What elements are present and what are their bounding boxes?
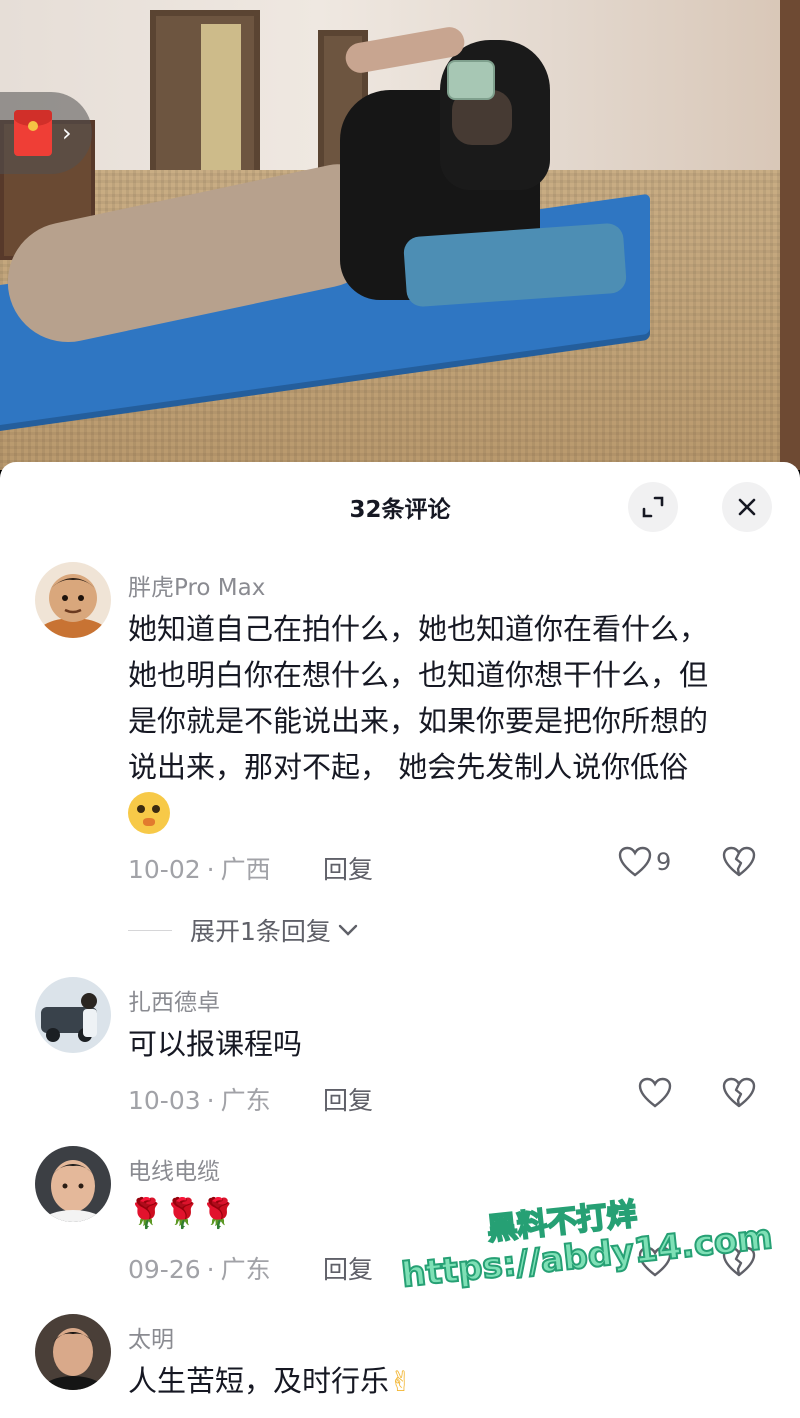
comment-username[interactable]: 太明 — [128, 1320, 174, 1354]
comment-text-value: 人生苦短，及时行乐 — [128, 1364, 390, 1398]
like-count: 9 — [656, 848, 672, 876]
comment-username[interactable]: 胖虎Pro Max — [128, 568, 265, 602]
comment-meta: 09-26 · 广东 — [128, 1255, 271, 1284]
comment-date: 10-03 — [128, 1086, 201, 1115]
dislike-button[interactable] — [722, 846, 756, 882]
comment-text-line: 她知道自己在拍什么，她也知道你在看什么， — [128, 612, 709, 646]
comment-item: 太明 人生苦短，及时行乐✌ — [0, 1314, 800, 1418]
comments-count-title: 32条评论 — [349, 497, 451, 523]
heart-icon — [618, 846, 652, 877]
comment-date: 10-02 — [128, 855, 201, 884]
reply-button[interactable]: 回复 — [323, 1250, 373, 1286]
like-button[interactable] — [638, 1077, 672, 1109]
red-packet-button[interactable]: › — [0, 92, 92, 174]
broken-heart-icon — [722, 1077, 756, 1108]
close-sheet-button[interactable] — [722, 482, 772, 532]
comment-location: 广西 — [220, 855, 271, 884]
avatar[interactable] — [35, 1314, 111, 1390]
comment-text: 她知道自己在拍什么，她也知道你在看什么， 她也明白你在想什么，也知道你想干什么，… — [128, 606, 768, 847]
comment-location: 广东 — [220, 1255, 271, 1284]
comment-item: 扎西德卓 可以报课程吗 10-03 · 广东 回复 — [0, 977, 800, 1127]
red-packet-icon — [14, 110, 52, 156]
chevron-right-icon: › — [62, 119, 72, 147]
comment-text-line: 她也明白你在想什么，也知道你想干什么，但 — [128, 658, 709, 692]
post-photo[interactable] — [0, 0, 800, 470]
thinking-face-emoji — [128, 792, 170, 834]
comment-username[interactable]: 扎西德卓 — [128, 983, 220, 1017]
dislike-button[interactable] — [722, 1077, 756, 1113]
divider — [128, 929, 172, 931]
close-icon — [738, 498, 756, 516]
avatar[interactable] — [35, 562, 111, 638]
comment-text: 人生苦短，及时行乐✌ — [128, 1358, 768, 1405]
comment-location: 广东 — [220, 1086, 271, 1115]
comment-item: 胖虎Pro Max 她知道自己在拍什么，她也知道你在看什么， 她也明白你在想什么… — [0, 562, 800, 962]
like-button[interactable]: 9 — [618, 846, 671, 878]
comment-text-line: 是你就是不能说出来，如果你要是把你所想的 — [128, 704, 709, 738]
heart-hands-emoji: ✌ — [389, 1365, 413, 1398]
comment-date: 09-26 — [128, 1255, 201, 1284]
expand-replies-button[interactable]: 展开1条回复 — [128, 912, 359, 948]
expand-replies-label: 展开1条回复 — [190, 917, 331, 946]
comment-username[interactable]: 电线电缆 — [128, 1152, 220, 1186]
comment-meta: 10-02 · 广西 — [128, 855, 271, 884]
reply-button[interactable]: 回复 — [323, 1081, 373, 1117]
chevron-down-icon — [338, 924, 358, 936]
avatar[interactable] — [35, 1146, 111, 1222]
expand-icon — [642, 496, 664, 518]
comment-text: 可以报课程吗 — [128, 1027, 303, 1061]
photo-mirror-frame — [780, 0, 800, 470]
comment-text-line: 说出来，那对不起， 她会先发制人说你低俗 — [128, 750, 689, 784]
photo-phone — [447, 60, 495, 100]
reply-button[interactable]: 回复 — [323, 850, 373, 886]
comments-header: 32条评论 — [0, 462, 800, 552]
comment-meta: 10-03 · 广东 — [128, 1086, 271, 1115]
broken-heart-icon — [722, 846, 756, 877]
heart-icon — [638, 1077, 672, 1108]
expand-sheet-button[interactable] — [628, 482, 678, 532]
avatar[interactable] — [35, 977, 111, 1053]
